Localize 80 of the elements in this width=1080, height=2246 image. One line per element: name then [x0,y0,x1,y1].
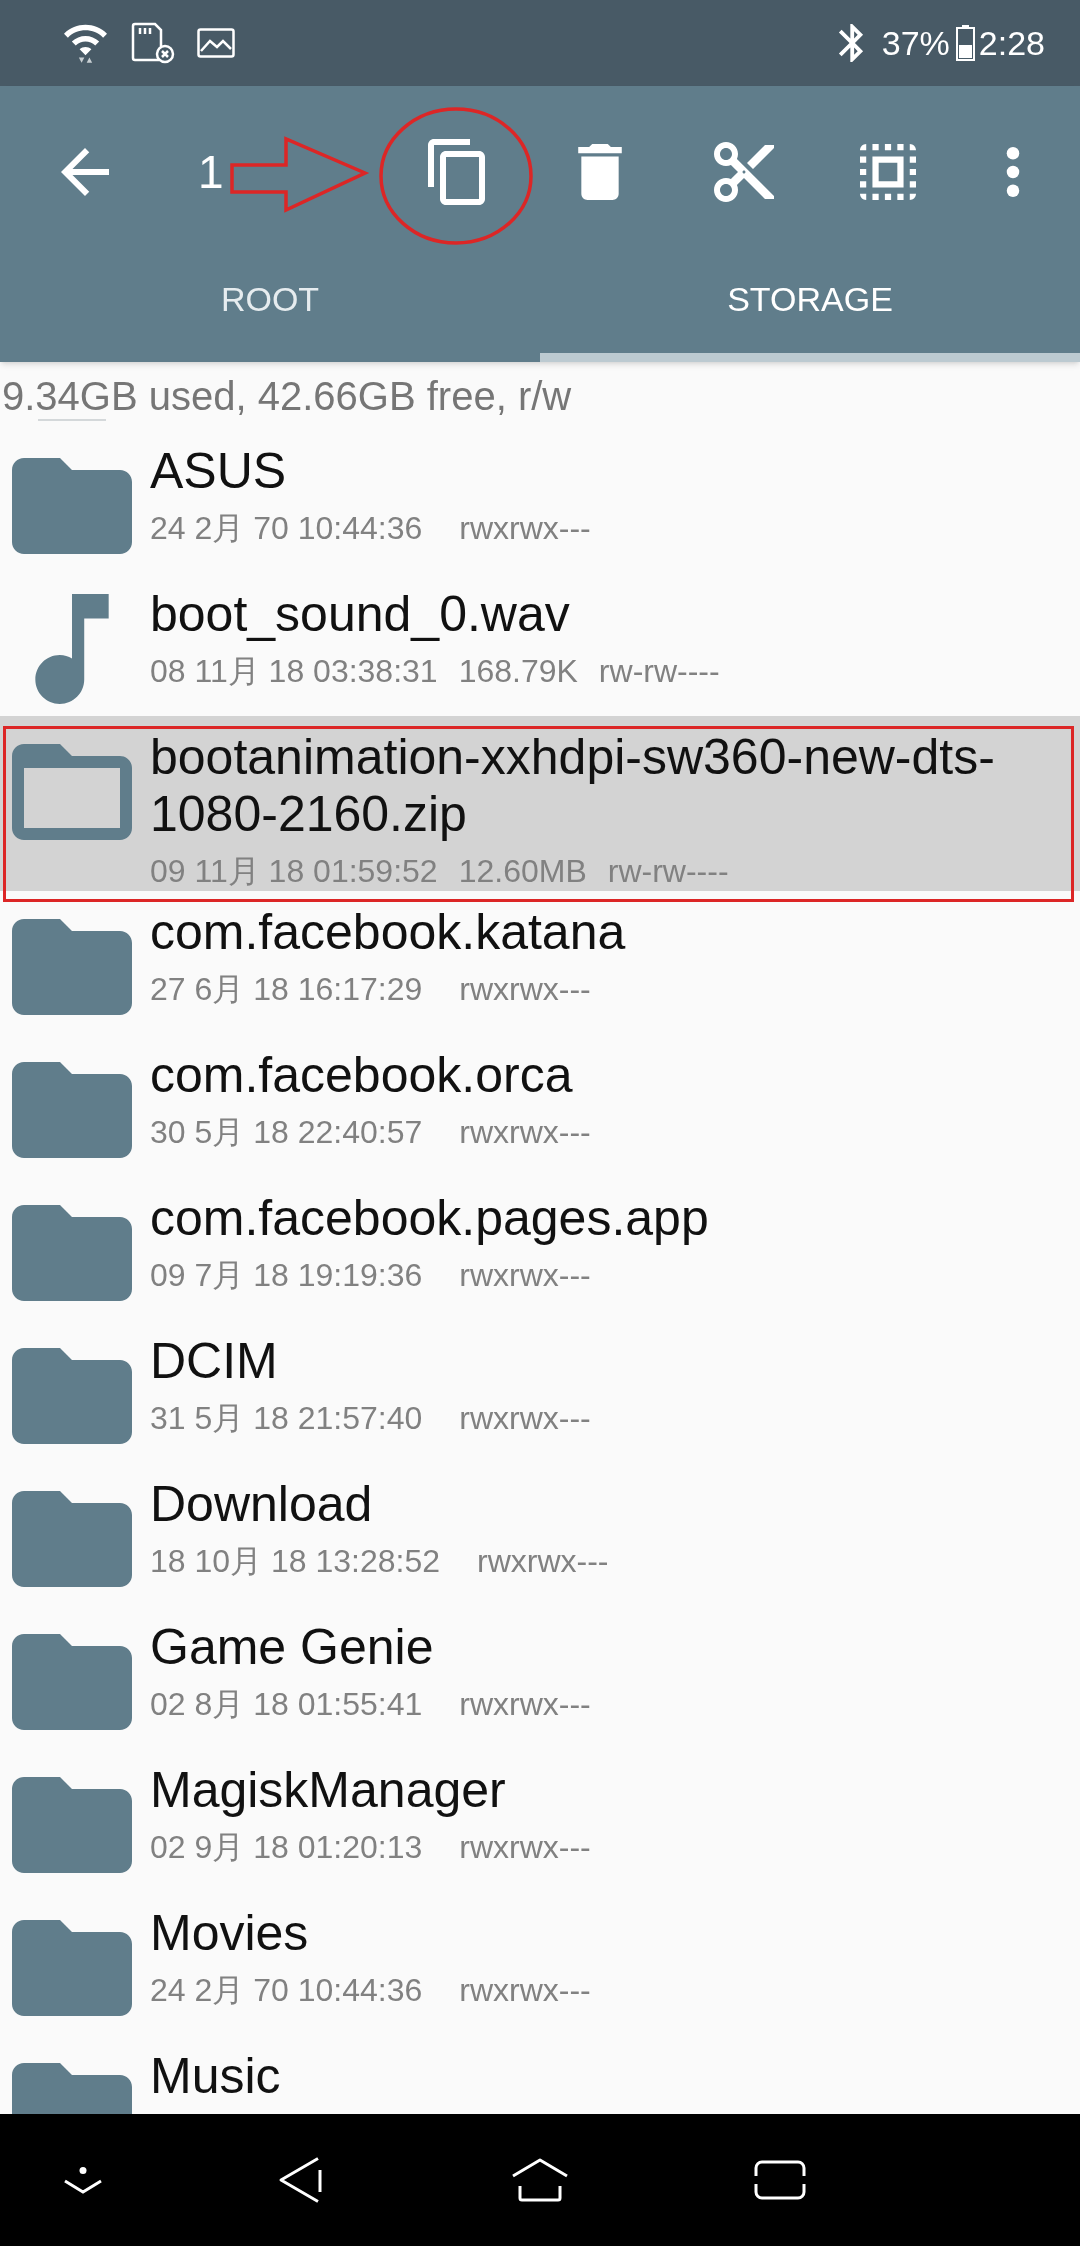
file-name: com.facebook.orca [150,1047,574,1104]
trash-icon [578,144,622,200]
file-name: bootanimation-xxhdpi-sw360-new-dts-1080-2160.zip [150,729,996,843]
tab[interactable]: STORAGE [540,258,1080,362]
bluetooth-icon [837,24,864,62]
file-row[interactable]: DCIM 31 5月 18 21:57:40 rwxrwx--- [0,1320,1080,1463]
copy-icon [427,139,485,205]
file-row[interactable]: MagiskManager 02 9月 18 01:20:13 rwxrwx--- [0,1749,1080,1892]
storage-info: 9.34GB used, 42.66GB free, r/w [2,376,572,416]
file-permissions: rwxrwx--- [459,1971,591,2010]
file-permissions: rwxrwx--- [459,1828,591,1867]
file-row[interactable]: Download 18 10月 18 13:28:52 rwxrwx--- [0,1463,1080,1606]
file-permissions: rwxrwx--- [477,1542,609,1581]
sd-card-icon [131,22,175,64]
folder-icon [12,1205,132,1301]
folder-icon [12,1348,132,1444]
file-row[interactable]: Movies 24 2月 70 10:44:36 rwxrwx--- [0,1892,1080,2035]
file-name: Movies [150,1905,310,1962]
file-row[interactable]: boot_sound_0.wav 08 11月 18 03:38:31 168.79K rw-rw---- [0,573,1080,716]
file-name: Game Genie [150,1619,435,1676]
home-icon [511,2158,569,2202]
file-permissions: rw-rw---- [598,652,720,691]
file-row[interactable]: bootanimation-xxhdpi-sw360-new-dts-1080-2160.zip 09 11月 18 01:59:52 12.60MB rw-rw---- [0,716,1080,891]
back-arrow-icon [61,148,109,196]
recents-icon [754,2160,806,2200]
file-row[interactable]: com.facebook.katana 27 6月 18 16:17:29 rwxrwx--- [0,891,1080,1034]
music-note-icon [34,594,110,704]
file-size: 168.79K [458,652,578,691]
file-name: MagiskManager [150,1762,507,1819]
file-permissions: rwxrwx--- [459,509,591,548]
folder-icon [12,1062,132,1158]
file-date: 02 9月 18 01:20:13 [150,1828,423,1867]
file-date: 27 6月 18 16:17:29 [150,970,423,1009]
more-icon [1006,147,1020,197]
file-date: 24 2月 70 10:44:36 [150,509,423,548]
battery-icon [955,25,975,61]
chevron-down-icon [63,2166,103,2194]
file-date: 09 11月 18 01:59:52 [150,852,438,891]
file-name: Music [150,2048,282,2105]
file-name: ASUS [150,443,288,500]
file-date: 30 5月 18 22:40:57 [150,1113,423,1152]
folder-outline-icon [12,744,132,840]
file-name: DCIM [150,1333,279,1390]
folder-icon [12,1634,132,1730]
file-row[interactable]: ASUS 24 2月 70 10:44:36 rwxrwx--- [0,430,1080,573]
folder-icon [12,919,132,1015]
battery-percentage: 37% [881,26,950,60]
file-date: 08 11月 18 03:38:31 [150,652,438,691]
file-permissions: rwxrwx--- [459,1113,591,1152]
file-row[interactable]: Music [0,2035,1080,2114]
file-size: 12.60MB [458,852,587,891]
folder-icon [12,1777,132,1873]
scissors-icon [713,142,775,202]
file-date: 18 10月 18 13:28:52 [150,1542,440,1581]
select-all-icon [860,144,916,200]
folder-icon [12,458,132,554]
file-date: 02 8月 18 01:55:41 [150,1685,423,1724]
file-name: com.facebook.pages.app [150,1190,710,1247]
tab[interactable]: ROOT [0,258,540,362]
folder-icon [12,1920,132,2016]
file-permissions: rwxrwx--- [459,1256,591,1295]
clock-time: 2:28 [978,26,1045,60]
file-name: Download [150,1476,374,1533]
back-icon [278,2156,322,2204]
selection-count: 1 [198,149,224,195]
file-permissions: rwxrwx--- [459,1685,591,1724]
image-icon [197,28,235,58]
file-date: 31 5月 18 21:57:40 [150,1399,423,1438]
file-permissions: rwxrwx--- [459,970,591,1009]
file-row[interactable]: Game Genie 02 8月 18 01:55:41 rwxrwx--- [0,1606,1080,1749]
file-name: boot_sound_0.wav [150,586,571,643]
file-row[interactable]: com.facebook.orca 30 5月 18 22:40:57 rwxrwx--- [0,1034,1080,1177]
wifi-icon [64,22,107,64]
file-date: 24 2月 70 10:44:36 [150,1971,423,2010]
file-permissions: rw-rw---- [607,852,729,891]
file-row[interactable]: com.facebook.pages.app 09 7月 18 19:19:36 rwxrwx--- [0,1177,1080,1320]
file-date: 09 7月 18 19:19:36 [150,1256,423,1295]
file-name: com.facebook.katana [150,904,627,961]
folder-icon [12,1491,132,1587]
file-permissions: rwxrwx--- [459,1399,591,1438]
